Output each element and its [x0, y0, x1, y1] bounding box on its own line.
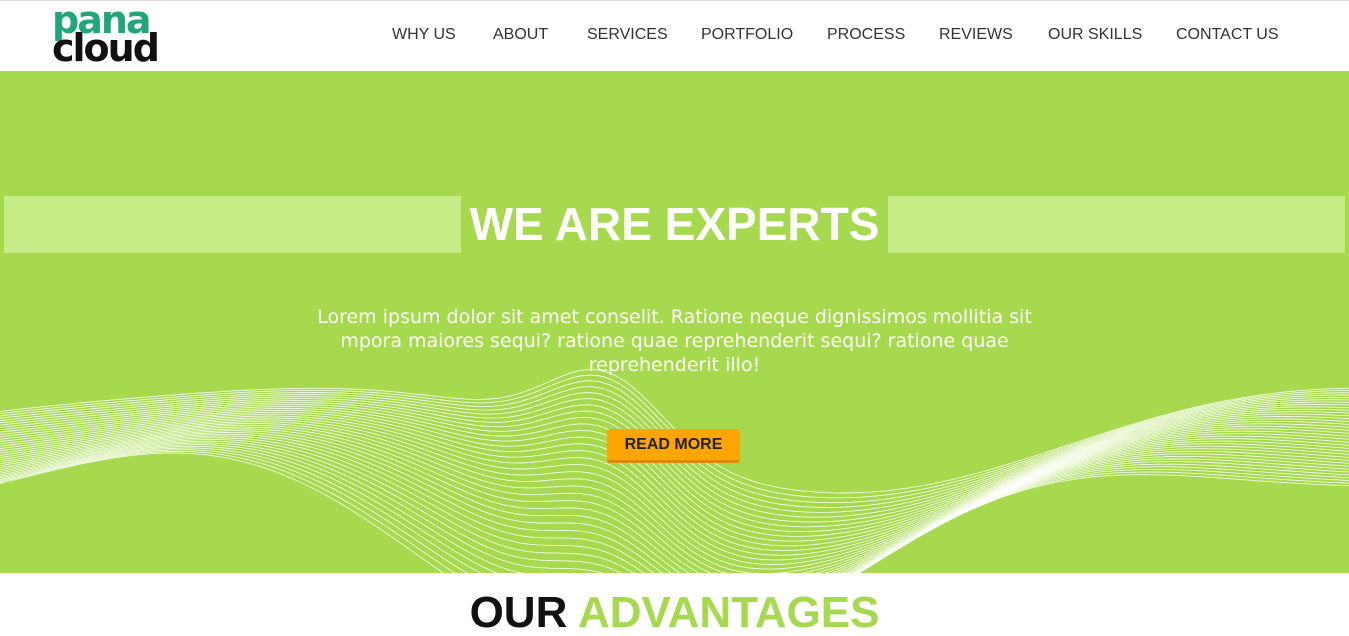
- panacloud-logo[interactable]: pana cloud: [52, 1, 172, 70]
- logo-word-cloud: cloud: [52, 26, 160, 70]
- nav-contact-us[interactable]: CONTACT US: [1176, 26, 1279, 44]
- nav-process[interactable]: PROCESS: [827, 26, 905, 44]
- read-more-button[interactable]: READ MORE: [607, 429, 740, 463]
- nav-services[interactable]: SERVICES: [587, 26, 668, 44]
- advantages-title-part2: ADVANTAGES: [577, 588, 880, 636]
- hero-title: WE ARE EXPERTS: [469, 198, 880, 250]
- wave-line: [0, 452, 1349, 573]
- wave-line: [0, 404, 1349, 533]
- hero-description: Lorem ipsum dolor sit amet conselit. Rat…: [317, 306, 1032, 376]
- wave-line: [0, 444, 1349, 573]
- nav-why-us[interactable]: WHY US: [392, 26, 456, 44]
- nav-portfolio[interactable]: PORTFOLIO: [701, 26, 793, 44]
- site-header: pana cloud WHY US ABOUT SERVICES PORTFOL…: [0, 1, 1349, 71]
- advantages-title: OUR ADVANTAGES: [0, 588, 1349, 636]
- hero-section: WE ARE EXPERTS Lorem ipsum dolor sit ame…: [0, 71, 1349, 573]
- nav-reviews[interactable]: REVIEWS: [939, 26, 1013, 44]
- advantages-title-part1: OUR: [469, 588, 568, 636]
- title-band-left: [4, 196, 461, 253]
- wave-line: [0, 447, 1349, 573]
- nav-our-skills[interactable]: OUR SKILLS: [1048, 26, 1142, 44]
- title-band-right: [888, 196, 1345, 253]
- nav-about[interactable]: ABOUT: [493, 26, 548, 44]
